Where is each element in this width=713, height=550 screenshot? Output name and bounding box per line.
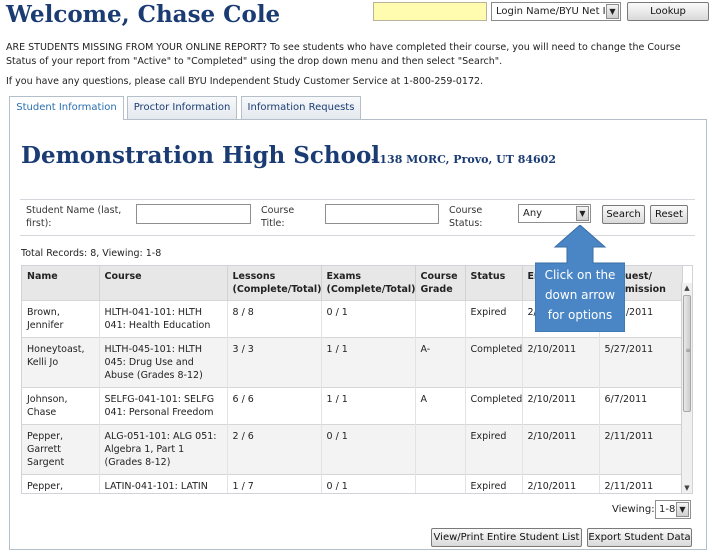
reset-button[interactable]: Reset: [650, 205, 688, 224]
cell-request-submission: 6/7/2011: [599, 387, 683, 425]
column-header-lessons[interactable]: Lessons (Complete/Total): [227, 266, 322, 301]
customer-service-notice: If you have any questions, please call B…: [6, 76, 484, 87]
cell-lessons: 6 / 6: [227, 387, 322, 425]
chevron-down-icon[interactable]: ▼: [676, 502, 689, 517]
cell-request-submission: 2/11/2011: [599, 474, 683, 493]
view-print-student-list-button[interactable]: View/Print Entire Student List: [431, 528, 582, 547]
viewing-range-value: 1-8: [659, 504, 676, 515]
callout-text: Click on the down arrow for options: [544, 268, 616, 322]
course-title-input[interactable]: [325, 204, 439, 224]
login-lookup-input[interactable]: [373, 2, 487, 21]
course-title-label: Course Title:: [261, 205, 295, 229]
login-type-value: Login Name/BYU Net ID: [496, 6, 614, 17]
school-name: Demonstration High School: [21, 142, 381, 169]
column-header-course[interactable]: Course: [99, 266, 228, 301]
course-status-value: Any: [523, 208, 543, 219]
cell-course: HLTH-041-101: HLTH 041: Health Education: [99, 300, 228, 338]
cell-grade: [415, 424, 466, 475]
cell-exams: 0 / 1: [321, 424, 416, 475]
column-header-status[interactable]: Status: [465, 266, 523, 301]
cell-grade: A-: [415, 337, 466, 388]
cell-request-submission: 5/27/2011: [599, 337, 683, 388]
table-row[interactable]: Johnson, Chase SELFG-041-101: SELFG 041:…: [22, 387, 683, 425]
table-row[interactable]: Honeytoast, Kelli Jo HLTH-045-101: HLTH …: [22, 337, 683, 388]
table-row[interactable]: Pepper, Garrett Sargent ALG-051-101: ALG…: [22, 424, 683, 475]
cell-name: Honeytoast, Kelli Jo: [22, 337, 100, 388]
tab-proctor-information[interactable]: Proctor Information: [127, 96, 237, 119]
tab-information-requests[interactable]: Information Requests: [241, 96, 361, 119]
cell-lessons: 2 / 6: [227, 424, 322, 475]
cell-request-submission: 2/11/2011: [599, 424, 683, 475]
cell-name: Pepper, Garrett Sargent: [22, 474, 100, 493]
cell-status: Completed: [465, 387, 523, 425]
course-status-select[interactable]: Any ▼: [518, 204, 591, 223]
column-header-grade[interactable]: Course Grade: [415, 266, 466, 301]
cell-status: Expired: [465, 300, 523, 338]
cell-name: Brown, Jennifer: [22, 300, 100, 338]
cell-course: LATIN-041-101: LATIN 041: First-Year Lat…: [99, 474, 228, 493]
table-row[interactable]: Pepper, Garrett Sargent LATIN-041-101: L…: [22, 474, 683, 493]
cell-enrollment: 2/10/2011: [522, 337, 600, 388]
records-summary: Total Records: 8, Viewing: 1-8: [21, 248, 162, 259]
missing-students-notice: ARE STUDENTS MISSING FROM YOUR ONLINE RE…: [6, 42, 681, 67]
cell-exams: 0 / 1: [321, 474, 416, 493]
cell-grade: [415, 474, 466, 493]
scroll-up-arrow-icon[interactable]: ▲: [682, 283, 692, 294]
scroll-down-arrow-icon[interactable]: ▼: [682, 483, 692, 493]
student-name-label: Student Name (last, first):: [26, 205, 122, 229]
tab-student-information[interactable]: Student Information: [9, 96, 124, 120]
cell-exams: 0 / 1: [321, 300, 416, 338]
cell-status: Expired: [465, 474, 523, 493]
search-button[interactable]: Search: [602, 205, 645, 224]
cell-course: ALG-051-101: ALG 051: Algebra 1, Part 1 …: [99, 424, 228, 475]
chevron-down-icon[interactable]: ▼: [606, 4, 619, 19]
school-address: - 138 MORC, Provo, UT 84602: [371, 153, 556, 166]
viewing-label: Viewing:: [612, 504, 655, 515]
cell-status: Expired: [465, 424, 523, 475]
scrollbar-thumb[interactable]: ≡: [683, 295, 691, 412]
cell-name: Pepper, Garrett Sargent: [22, 424, 100, 475]
course-status-label: Course Status:: [449, 205, 483, 229]
cell-lessons: 1 / 7: [227, 474, 322, 493]
cell-enrollment: 2/10/2011: [522, 424, 600, 475]
chevron-down-icon[interactable]: ▼: [576, 206, 589, 221]
cell-exams: 1 / 1: [321, 337, 416, 388]
cell-status: Completed: [465, 337, 523, 388]
grip-icon: ≡: [685, 347, 691, 354]
cell-lessons: 3 / 3: [227, 337, 322, 388]
lookup-button[interactable]: Lookup: [627, 2, 709, 21]
column-header-name[interactable]: Name: [22, 266, 100, 301]
export-student-data-button[interactable]: Export Student Data: [587, 528, 692, 547]
column-header-exams[interactable]: Exams (Complete/Total): [321, 266, 416, 301]
student-name-input[interactable]: [136, 204, 251, 224]
cell-course: HLTH-045-101: HLTH 045: Drug Use and Abu…: [99, 337, 228, 388]
table-vertical-scrollbar[interactable]: ▲ ≡ ▼: [681, 283, 692, 493]
login-type-select[interactable]: Login Name/BYU Net ID ▼: [491, 2, 621, 21]
cell-course: SELFG-041-101: SELFG 041: Personal Freed…: [99, 387, 228, 425]
cell-lessons: 8 / 8: [227, 300, 322, 338]
cell-grade: [415, 300, 466, 338]
cell-enrollment: 2/10/2011: [522, 387, 600, 425]
cell-enrollment: 2/10/2011: [522, 474, 600, 493]
cell-grade: A: [415, 387, 466, 425]
welcome-title: Welcome, Chase Cole: [6, 1, 281, 28]
viewing-range-select[interactable]: 1-8 ▼: [655, 500, 691, 519]
cell-exams: 1 / 1: [321, 387, 416, 425]
cell-name: Johnson, Chase: [22, 387, 100, 425]
